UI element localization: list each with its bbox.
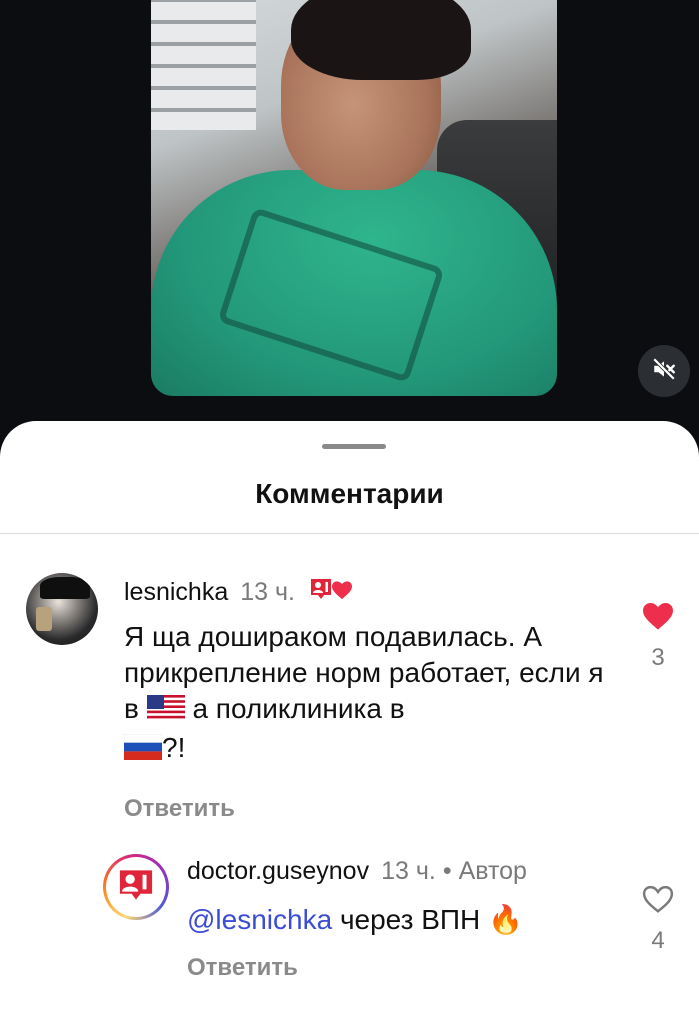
avatar-hat bbox=[40, 577, 90, 599]
sheet-title: Комментарии bbox=[255, 478, 444, 509]
avatar-cup bbox=[36, 607, 52, 631]
comment-meta: doctor.guseynov 13 ч. • Автор bbox=[187, 857, 527, 886]
comment-like[interactable]: 3 bbox=[628, 601, 688, 672]
reply-button[interactable]: Ответить bbox=[124, 795, 235, 823]
like-count: 3 bbox=[651, 644, 665, 671]
reply-button[interactable]: Ответить bbox=[187, 954, 298, 982]
profile-logo-icon bbox=[117, 866, 155, 909]
heart-outline-icon[interactable] bbox=[641, 885, 675, 918]
comment-text-part: через ВПН bbox=[339, 904, 481, 935]
video-player[interactable] bbox=[151, 0, 557, 396]
fire-emoji: 🔥 bbox=[488, 904, 523, 935]
comment-time: 13 ч. bbox=[240, 578, 295, 606]
title-divider bbox=[0, 533, 699, 534]
comment-username[interactable]: doctor.guseynov bbox=[187, 857, 369, 886]
comment-like[interactable]: 4 bbox=[628, 884, 688, 955]
comment-text-part: а поликлиника в bbox=[192, 693, 405, 724]
liked-by-author-badge bbox=[309, 576, 353, 609]
comment-text: @lesnichka через ВПН 🔥 bbox=[187, 902, 617, 938]
avatar[interactable] bbox=[26, 573, 98, 645]
mute-button[interactable] bbox=[638, 345, 690, 397]
muted-speaker-icon bbox=[651, 356, 677, 387]
like-count: 4 bbox=[651, 927, 665, 954]
meta-separator: • bbox=[442, 857, 452, 885]
comment-text: Я ща дошираком подавилась. А прикреплени… bbox=[123, 619, 624, 769]
russia-flag-icon bbox=[123, 733, 163, 769]
comment-meta: lesnichka 13 ч. bbox=[124, 576, 353, 609]
video-area[interactable] bbox=[0, 0, 699, 440]
us-flag-icon bbox=[146, 694, 185, 730]
heart-filled-icon[interactable] bbox=[641, 603, 675, 635]
comment-text-part: ?! bbox=[162, 732, 186, 763]
mention-link[interactable]: @lesnichka bbox=[187, 904, 332, 935]
comment-time: 13 ч. bbox=[381, 857, 436, 885]
video-background-building bbox=[151, 0, 256, 130]
comments-sheet: Комментарии lesnichka 13 ч. Я ща доширак… bbox=[0, 421, 699, 1032]
avatar[interactable] bbox=[103, 854, 169, 920]
sheet-drag-handle[interactable] bbox=[322, 444, 386, 449]
author-label: Автор bbox=[458, 857, 527, 885]
heart-icon bbox=[331, 578, 353, 607]
comment-username[interactable]: lesnichka bbox=[124, 578, 228, 607]
video-person-hair bbox=[291, 0, 471, 80]
